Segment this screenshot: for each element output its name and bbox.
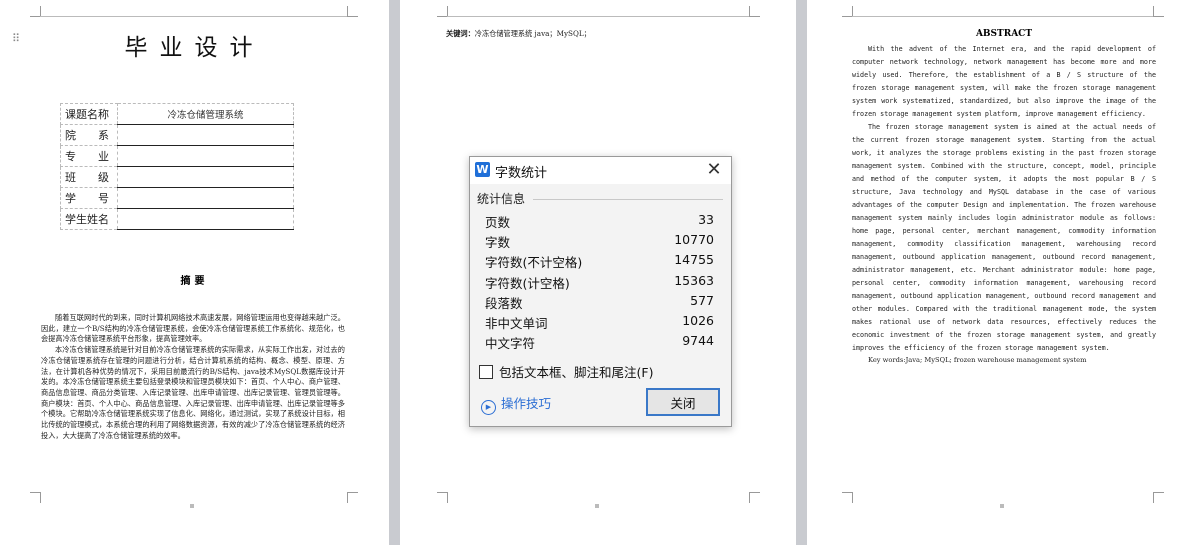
statistics-group-label: 统计信息 xyxy=(477,192,526,206)
stat-value: 33 xyxy=(698,212,714,227)
word-count-dialog[interactable]: W 字数统计 ✕ 统计信息 页数 33 字数 10770 字符数(不计空格) 14755 字… xyxy=(469,156,732,427)
tips-label[interactable]: 操作技巧 xyxy=(501,396,551,411)
info-row: 学生姓名 xyxy=(60,208,294,230)
document-page-1: ⠿ 毕业设计 课题名称 冷冻仓储管理系统院 系专 业班 级学 号学生姓名 摘要 随… xyxy=(0,0,389,545)
info-value xyxy=(117,124,294,146)
info-value xyxy=(117,145,294,167)
document-title: 毕业设计 xyxy=(124,35,265,61)
keywords-label: 关键词： xyxy=(446,29,475,38)
abstract-paragraph: 本冷冻仓储管理系统是针对目前冷冻仓储管理系统的实际需求，从实际工作出发，对过去的… xyxy=(41,345,345,440)
english-keywords: Key words:Java; MySQL; frozen warehouse … xyxy=(868,356,1087,364)
info-label: 专 业 xyxy=(60,145,118,167)
stat-label: 中文字符 xyxy=(485,336,536,352)
info-value xyxy=(117,208,294,230)
close-button[interactable]: 关闭 xyxy=(646,388,720,416)
info-label: 学生姓名 xyxy=(60,208,118,230)
page-corner-mark xyxy=(347,492,358,503)
page-corner-mark xyxy=(1153,6,1164,17)
stat-row: 非中文单词 1026 xyxy=(485,312,714,332)
stat-value: 577 xyxy=(690,292,714,308)
abstract-paragraph: The frozen storage management system is … xyxy=(852,123,1156,352)
page-corner-mark xyxy=(842,492,853,503)
keywords-text: 冷冻仓储管理系统 java；MySQL； xyxy=(474,29,591,38)
stat-value: 9744 xyxy=(682,333,714,349)
abstract-paragraph: 随着互联网时代的到来，同时计算机网络技术高速发展，网络管理运用也变得越来越广泛。… xyxy=(41,313,345,344)
checkbox-box[interactable] xyxy=(479,365,493,379)
info-label: 班 级 xyxy=(60,166,118,188)
info-row: 课题名称 冷冻仓储管理系统 xyxy=(60,103,294,125)
stat-label: 字数 xyxy=(485,235,511,251)
cover-info-table: 课题名称 冷冻仓储管理系统院 系专 业班 级学 号学生姓名 xyxy=(60,103,294,230)
page-corner-mark xyxy=(347,6,358,17)
stat-label: 段落数 xyxy=(485,295,523,311)
info-row: 院 系 xyxy=(60,124,294,146)
stat-label: 字符数(计空格) xyxy=(485,275,570,291)
page-number-mark xyxy=(190,504,194,508)
stat-value: 14755 xyxy=(674,252,714,268)
english-abstract-text: With the advent of the Internet era, and… xyxy=(852,43,1156,355)
stat-label: 页数 xyxy=(485,215,511,230)
stat-label: 字符数(不计空格) xyxy=(485,255,583,271)
document-page-3: ABSTRACT With the advent of the Internet… xyxy=(807,0,1201,545)
group-divider xyxy=(533,199,723,200)
info-row: 学 号 xyxy=(60,187,294,209)
stat-row: 字数 10770 xyxy=(485,231,714,251)
stat-value: 15363 xyxy=(674,272,714,288)
dialog-title: 字数统计 xyxy=(495,166,548,181)
play-circle-icon: ▶ xyxy=(481,400,496,415)
stat-row: 字符数(计空格) 15363 xyxy=(485,272,714,292)
page-corner-mark xyxy=(30,492,41,503)
dialog-titlebar[interactable]: W 字数统计 ✕ xyxy=(470,157,731,184)
page-corner-mark xyxy=(1153,492,1164,503)
checkbox-label[interactable]: 包括文本框、脚注和尾注(F) xyxy=(499,365,653,380)
header-line xyxy=(852,16,1153,17)
wps-writer-icon: W xyxy=(475,162,490,177)
close-icon[interactable]: ✕ xyxy=(705,160,723,180)
info-value xyxy=(117,166,294,188)
chinese-keywords: 关键词：冷冻仓储管理系统 java；MySQL； xyxy=(446,29,591,39)
stat-row: 段落数 577 xyxy=(485,292,714,312)
abstract-paragraph: With the advent of the Internet era, and… xyxy=(852,45,1156,118)
abstract-heading: 摘要 xyxy=(180,276,209,287)
page-number-mark xyxy=(595,504,599,508)
stat-row: 中文字符 9744 xyxy=(485,332,714,352)
info-label: 学 号 xyxy=(60,187,118,209)
info-row: 专 业 xyxy=(60,145,294,167)
info-value: 冷冻仓储管理系统 xyxy=(117,103,294,125)
stat-row: 页数 33 xyxy=(485,211,714,231)
stat-value: 1026 xyxy=(682,312,714,328)
header-line xyxy=(40,16,347,17)
tips-link[interactable]: ▶ 操作技巧 xyxy=(481,393,551,415)
chinese-abstract-text: 随着互联网时代的到来，同时计算机网络技术高速发展，网络管理运用也变得越来越广泛。… xyxy=(41,313,345,441)
info-row: 班 级 xyxy=(60,166,294,188)
page-corner-mark xyxy=(437,492,448,503)
english-abstract-title: ABSTRACT xyxy=(975,29,1033,39)
info-label: 院 系 xyxy=(60,124,118,146)
include-textboxes-checkbox[interactable]: 包括文本框、脚注和尾注(F) xyxy=(479,362,653,381)
header-line xyxy=(447,16,749,17)
info-label: 课题名称 xyxy=(60,103,118,125)
stat-row: 字符数(不计空格) 14755 xyxy=(485,251,714,271)
page-corner-mark xyxy=(749,6,760,17)
info-value xyxy=(117,187,294,209)
stat-label: 非中文单词 xyxy=(485,315,548,331)
stat-value: 10770 xyxy=(674,232,714,248)
page-number-mark xyxy=(1000,504,1004,508)
statistics-list: 页数 33 字数 10770 字符数(不计空格) 14755 字符数(计空格) 15363 段落… xyxy=(485,211,714,352)
page-corner-mark xyxy=(749,492,760,503)
